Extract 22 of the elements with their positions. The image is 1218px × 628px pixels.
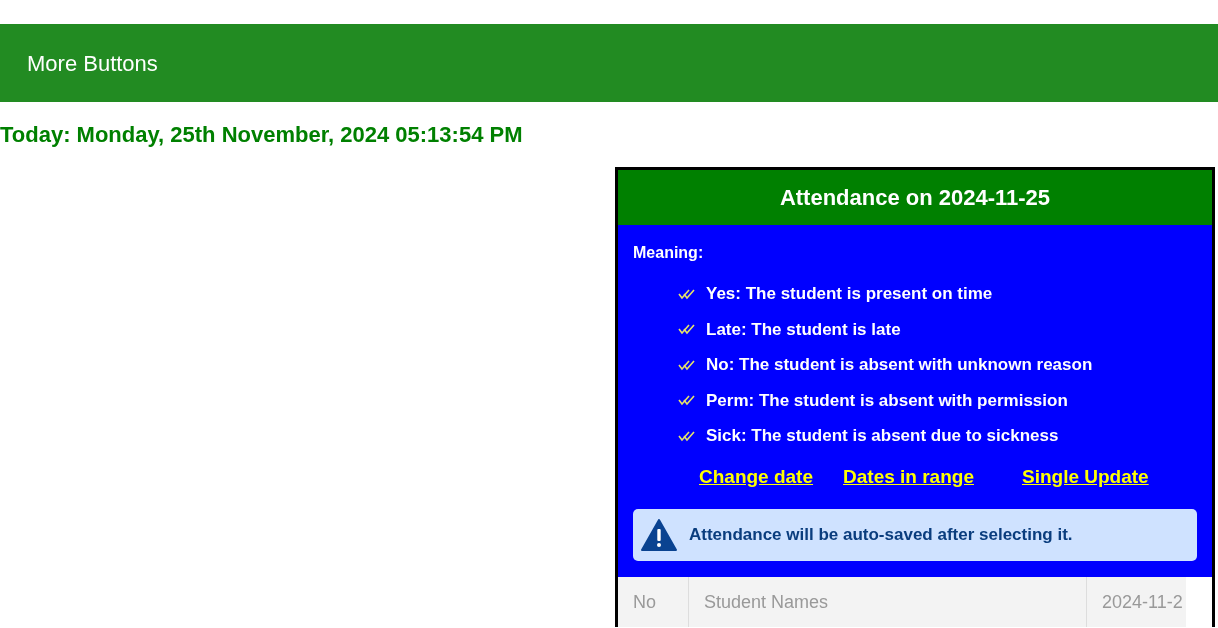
column-header: 2024-11-2 — [1086, 577, 1186, 627]
column-header: Student Names — [688, 577, 1086, 627]
nav-link[interactable]: Single Update — [1021, 462, 1149, 491]
legend-item: Sick: The student is absent due to sickness — [706, 425, 1059, 447]
legend-item: Late: The student is late — [706, 318, 901, 341]
double-check-icon — [678, 323, 696, 336]
nav-link[interactable]: Change date — [699, 462, 814, 491]
panel-title: Attendance on 2024-11-25 — [618, 170, 1212, 225]
legend-item: No: The student is absent with unknown reason — [706, 354, 1093, 376]
meaning-label: Meaning: — [633, 243, 704, 263]
today-date-text: Today: Monday, 25th November, 2024 05:13:54 PM — [0, 121, 523, 149]
double-check-icon — [678, 429, 696, 442]
column-header: No — [618, 577, 688, 627]
nav-link[interactable]: Dates in range — [843, 462, 974, 491]
more-buttons-button[interactable]: More Buttons — [27, 46, 158, 80]
double-check-icon — [678, 358, 696, 371]
double-check-icon — [678, 287, 696, 300]
warning-icon — [641, 519, 677, 551]
legend-item: Perm: The student is absent with permission — [706, 389, 1068, 412]
legend-item: Yes: The student is present on time — [706, 283, 993, 305]
double-check-icon — [678, 394, 696, 407]
notice-text: Attendance will be auto-saved after selecting it. — [689, 524, 1073, 547]
